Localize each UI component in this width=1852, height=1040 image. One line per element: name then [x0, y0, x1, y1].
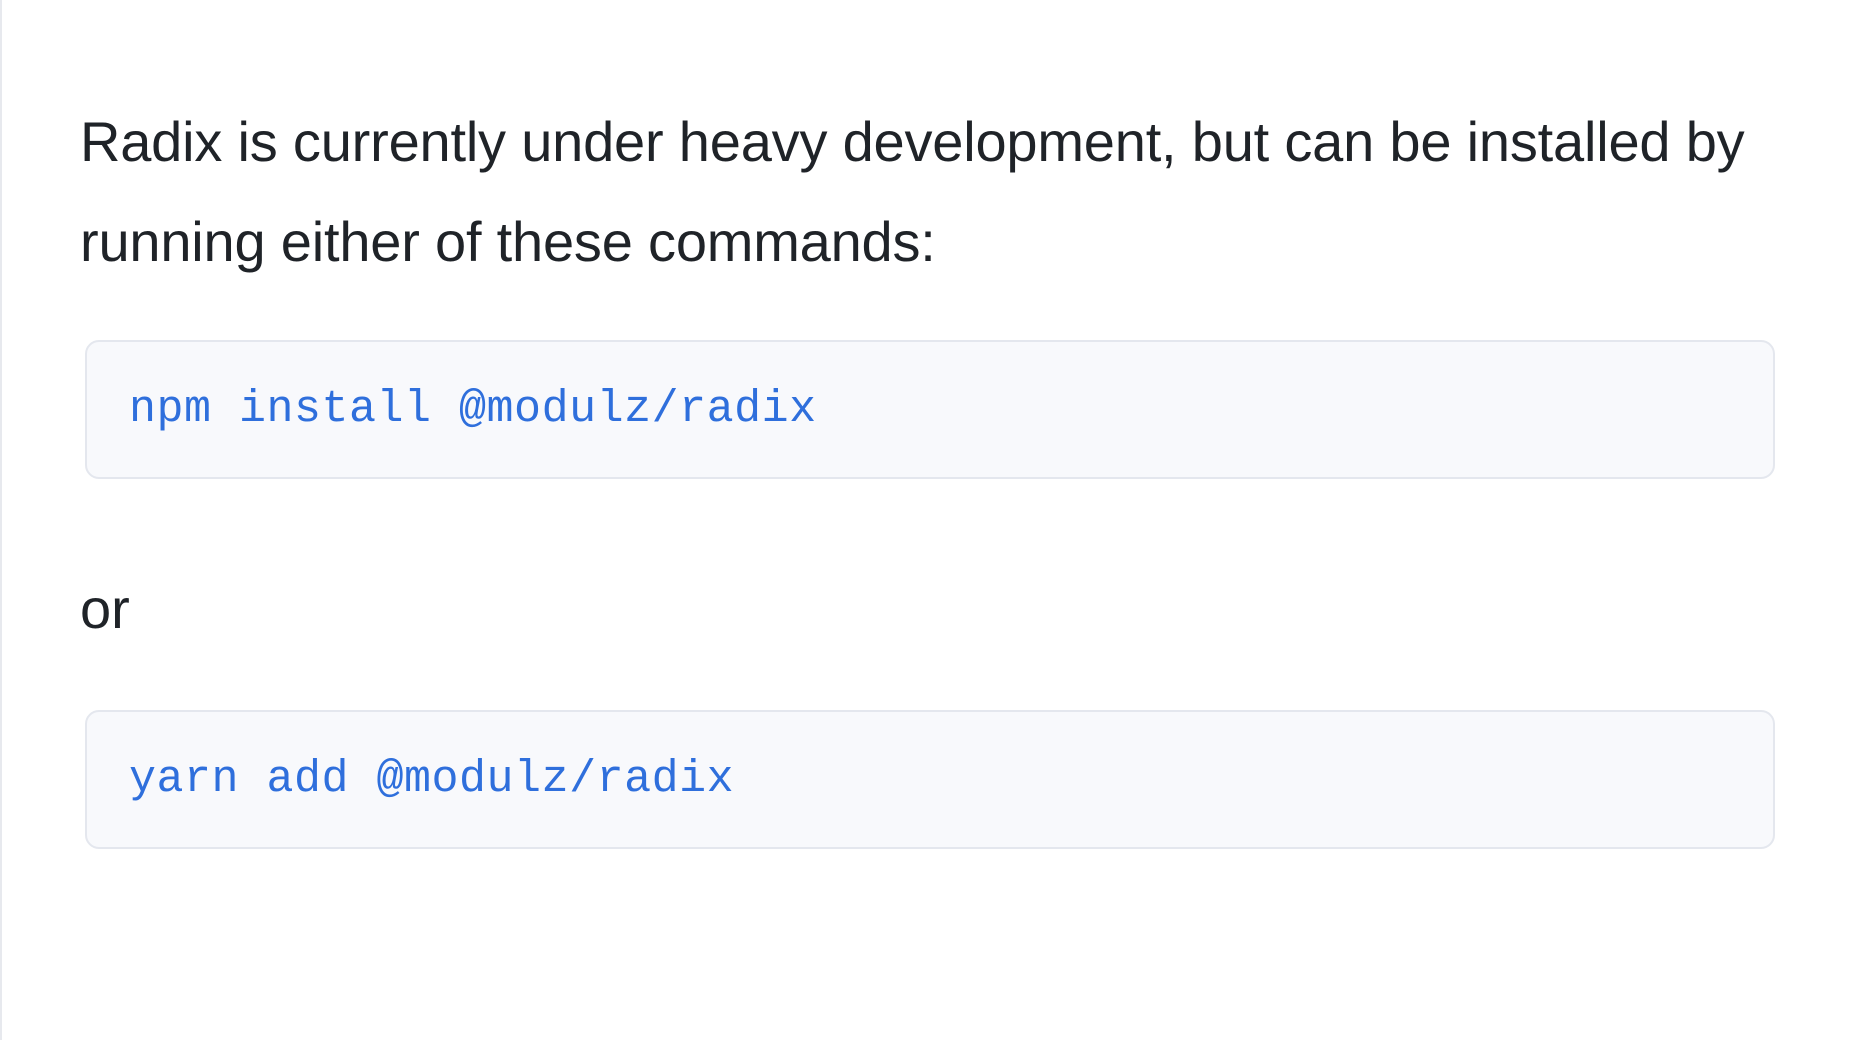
page: Radix is currently under heavy developme…: [0, 0, 1852, 1040]
yarn-add-code-block[interactable]: yarn add @modulz/radix: [85, 710, 1775, 849]
npm-install-command[interactable]: npm install @modulz/radix: [129, 384, 817, 435]
yarn-add-command[interactable]: yarn add @modulz/radix: [129, 754, 734, 805]
installation-section: Radix is currently under heavy developme…: [80, 92, 1780, 849]
intro-paragraph: Radix is currently under heavy developme…: [80, 110, 1745, 273]
or-separator-text: or: [80, 577, 130, 640]
npm-install-code-block[interactable]: npm install @modulz/radix: [85, 340, 1775, 479]
